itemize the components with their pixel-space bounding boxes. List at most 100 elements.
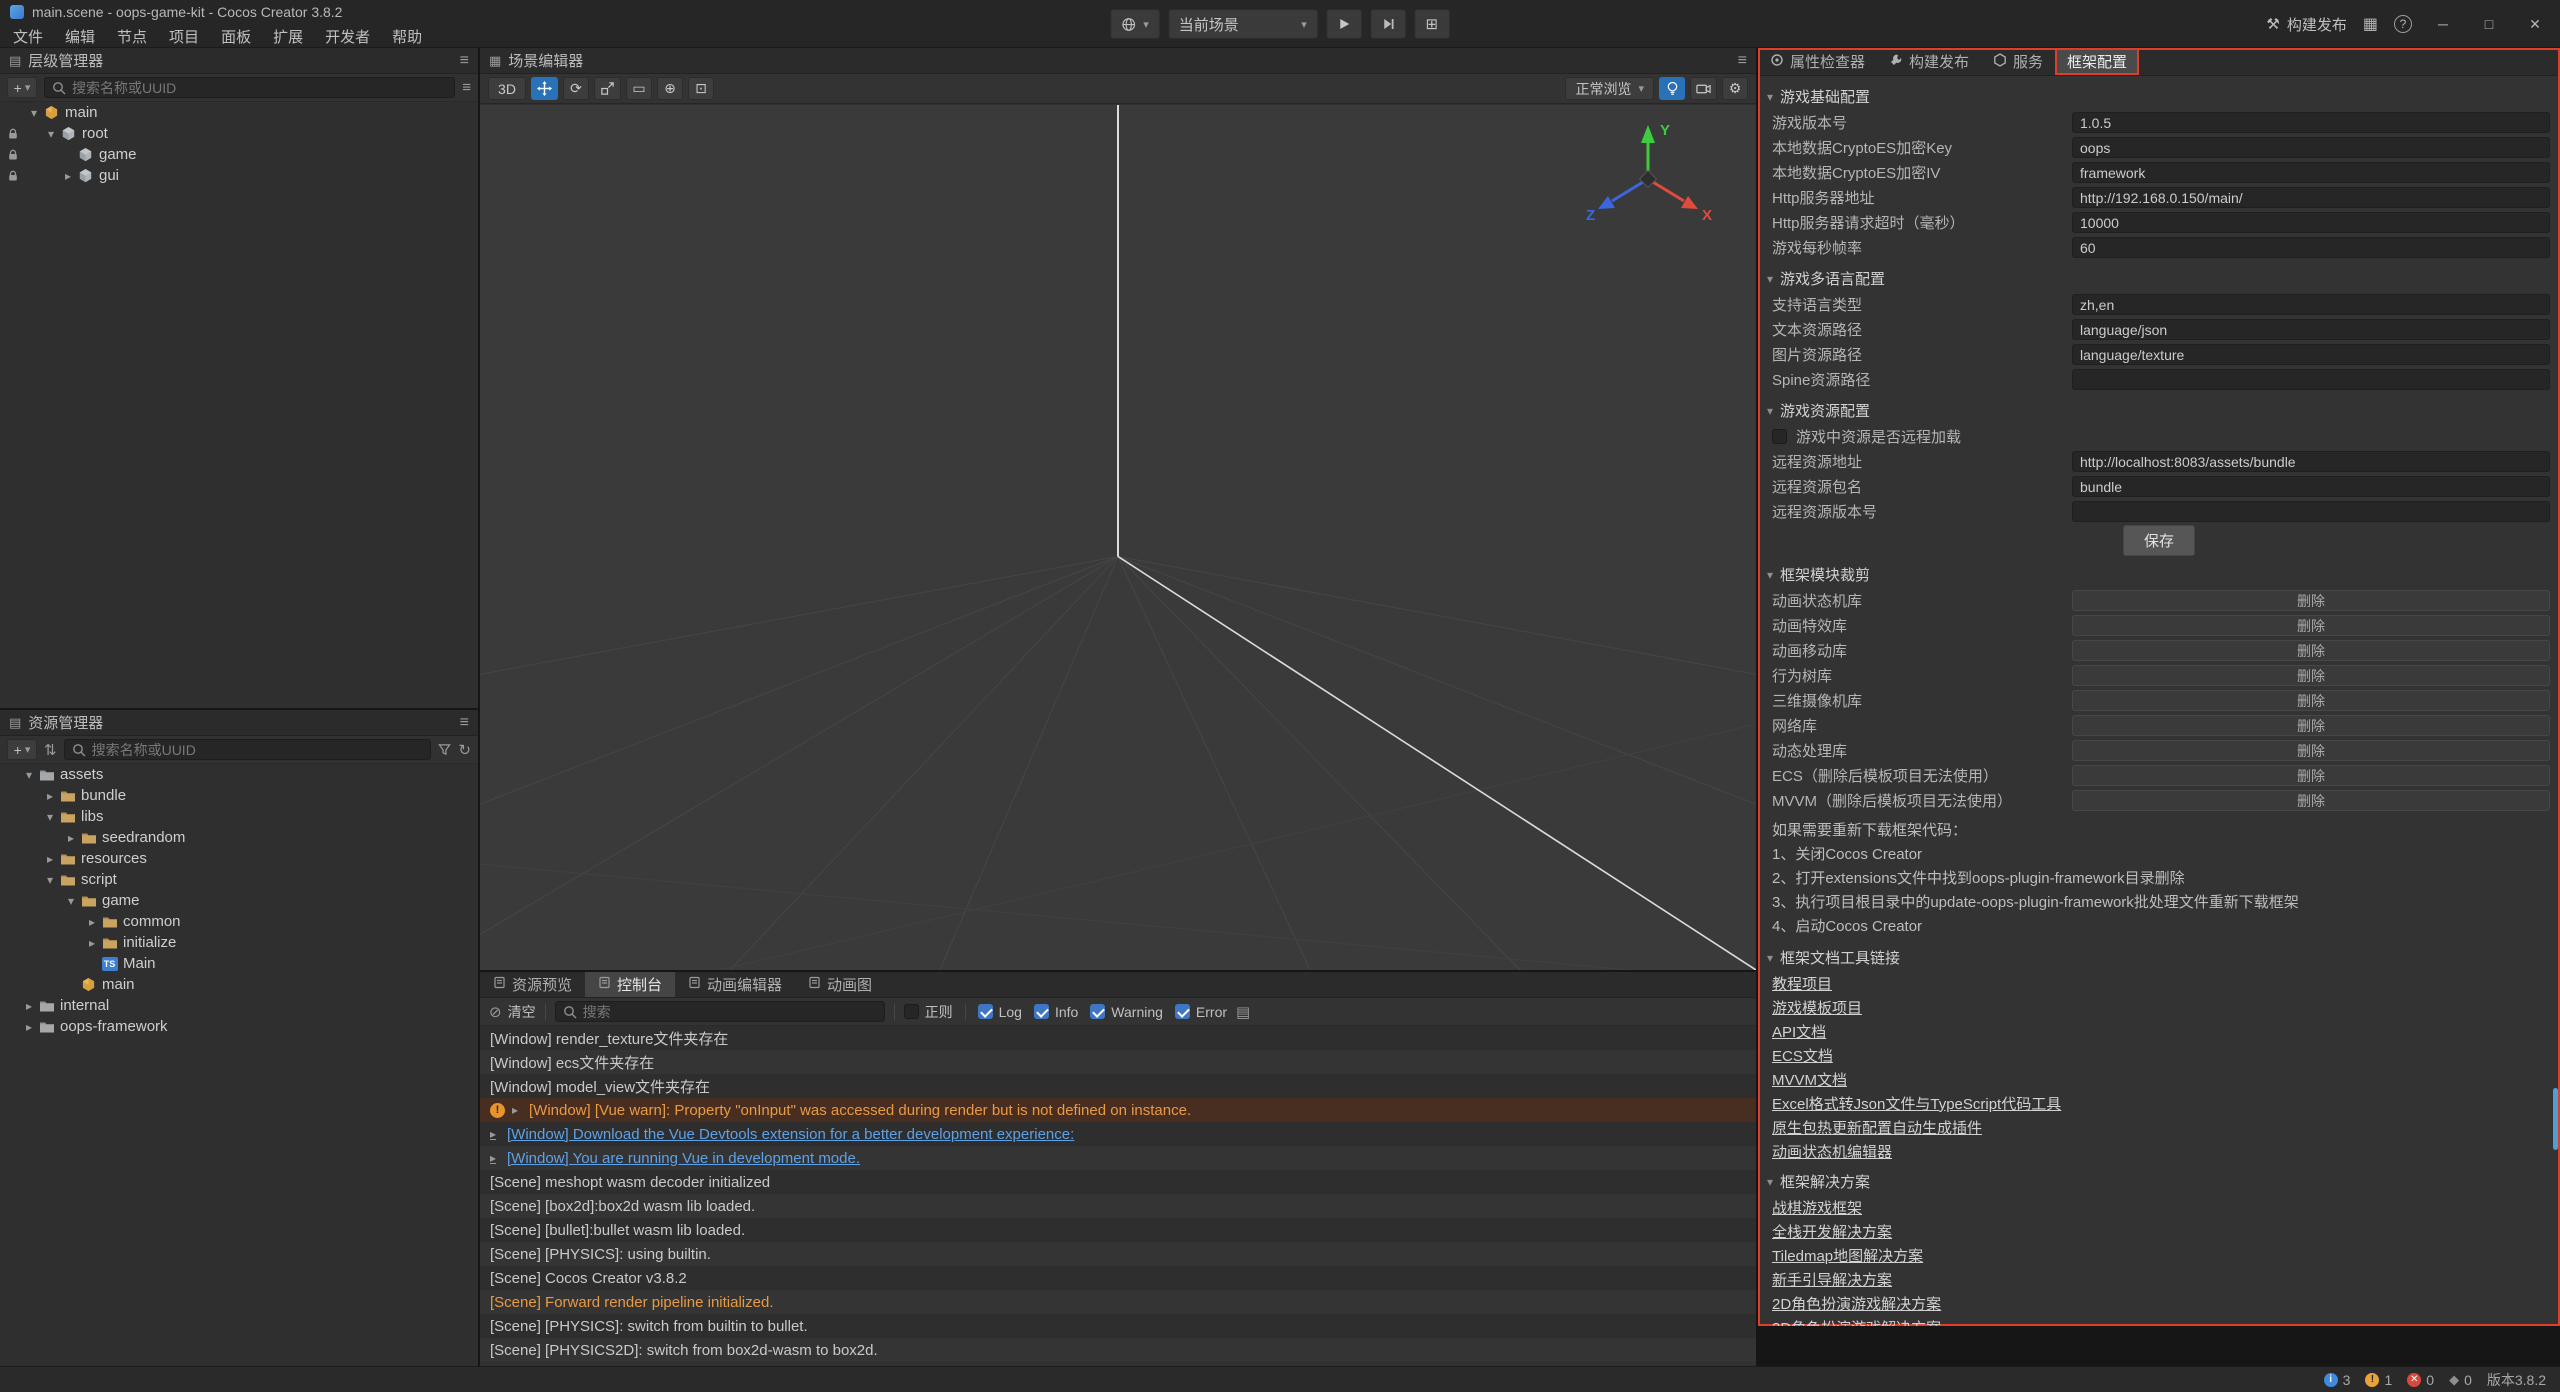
input-remote-url[interactable] [2072, 451, 2550, 472]
input-remote-version[interactable] [2072, 501, 2550, 522]
status-task-count[interactable]: ◆ 0 [2449, 1372, 2472, 1388]
log-row[interactable]: [Window] model_view文件夹存在 [480, 1074, 1756, 1098]
expand-arrow-icon[interactable]: ▸ [42, 789, 58, 803]
asset-node-initialize[interactable]: ▸initialize [0, 932, 478, 953]
input-crypto-iv[interactable] [2072, 162, 2550, 183]
snap-tool-button[interactable]: ⊡ [688, 77, 714, 100]
log-row[interactable]: [Window] ecs文件夹存在 [480, 1050, 1756, 1074]
scale-tool-button[interactable] [594, 77, 621, 100]
filter-Info[interactable]: Info [1034, 1004, 1078, 1020]
checkbox[interactable] [1090, 1004, 1105, 1019]
move-tool-button[interactable] [531, 77, 558, 100]
log-row[interactable]: [Scene] [PHYSICS]: switch from builtin t… [480, 1314, 1756, 1338]
filter-icon[interactable]: ≡ [462, 79, 471, 96]
menu-developer[interactable]: 开发者 [314, 26, 381, 47]
checkbox[interactable] [1175, 1004, 1190, 1019]
panel-menu-icon[interactable]: ≡ [1738, 52, 1747, 70]
expand-arrow-icon[interactable]: ▾ [21, 768, 37, 782]
link-guide[interactable]: 新手引导解决方案 [1772, 1269, 1892, 1290]
console-log-list[interactable]: [Window] render_texture文件夹存在[Window] ecs… [480, 1026, 1756, 1366]
input-game-version[interactable] [2072, 112, 2550, 133]
input-crypto-key[interactable] [2072, 137, 2550, 158]
log-row[interactable]: [Scene] Forward render pipeline initiali… [480, 1290, 1756, 1314]
menu-extension[interactable]: 扩展 [262, 26, 314, 47]
inspector-tab-build[interactable]: 构建发布 [1877, 48, 1981, 75]
section-header[interactable]: ▾游戏基础配置 [1758, 83, 2560, 110]
create-node-button[interactable]: +▾ [7, 77, 37, 98]
console-tab-动画图[interactable]: 动画图 [795, 972, 885, 997]
asset-node-internal[interactable]: ▸internal [0, 995, 478, 1016]
axis-gizmo[interactable]: Y X Z [1578, 117, 1718, 257]
play-button[interactable] [1326, 9, 1362, 39]
delete-camera-button[interactable]: 删除 [2072, 690, 2550, 711]
log-row[interactable]: !▸[Window] [Vue warn]: Property "onInput… [480, 1098, 1756, 1122]
preview-in-editor-button[interactable]: ⊞ [1414, 9, 1450, 39]
menu-edit[interactable]: 编辑 [54, 26, 106, 47]
checkbox[interactable] [978, 1004, 993, 1019]
link-hot-update-plugin[interactable]: 原生包热更新配置自动生成插件 [1772, 1117, 1982, 1138]
log-row[interactable]: [Scene] [PHYSICS]: using builtin. [480, 1242, 1756, 1266]
expand-arrow-icon[interactable]: ▸ [512, 1103, 522, 1117]
inspector-tab-frame-config[interactable]: 框架配置 [2055, 48, 2139, 75]
filter-Log[interactable]: Log [978, 1004, 1022, 1020]
expand-arrow-icon[interactable]: ▸ [490, 1151, 500, 1165]
asset-node-common[interactable]: ▸common [0, 911, 478, 932]
input-fps[interactable] [2072, 237, 2550, 258]
delete-ecs-button[interactable]: 删除 [2072, 765, 2550, 786]
delete-mvvm-button[interactable]: 删除 [2072, 790, 2550, 811]
asset-node-Main[interactable]: TSMain [0, 953, 478, 974]
inspector-tab-inspect[interactable]: 属性检查器 [1758, 48, 1877, 75]
scene-select[interactable]: 当前场景 ▾ [1168, 9, 1318, 39]
delete-network-button[interactable]: 删除 [2072, 715, 2550, 736]
status-log-count[interactable]: i 3 [2324, 1372, 2351, 1388]
console-search-input[interactable] [583, 1004, 877, 1020]
link-tutorial[interactable]: 教程项目 [1772, 973, 1832, 994]
create-asset-button[interactable]: +▾ [7, 739, 37, 760]
scrollbar-thumb[interactable] [2553, 1088, 2558, 1150]
status-error-count[interactable]: ✕ 0 [2407, 1372, 2434, 1388]
sort-icon[interactable]: ⇅ [44, 741, 57, 759]
input-texture-path[interactable] [2072, 344, 2550, 365]
hierarchy-node-game[interactable]: game [0, 144, 478, 165]
log-row[interactable]: [Scene] [PHYSICS2D]: switch from box2d-w… [480, 1338, 1756, 1362]
filter-icon[interactable] [438, 743, 451, 756]
preview-platform-select[interactable]: ▾ [1110, 9, 1160, 39]
expand-arrow-icon[interactable]: ▾ [43, 127, 59, 141]
expand-arrow-icon[interactable]: ▾ [42, 810, 58, 824]
menu-node[interactable]: 节点 [106, 26, 158, 47]
log-row[interactable]: ▸[Window] You are running Vue in develop… [480, 1146, 1756, 1170]
remote-load-checkbox[interactable] [1772, 429, 1787, 444]
layout-icon[interactable]: ▦ [2363, 14, 2378, 34]
checkbox[interactable] [1034, 1004, 1049, 1019]
link-animator-editor[interactable]: 动画状态机编辑器 [1772, 1141, 1892, 1162]
expand-arrow-icon[interactable]: ▸ [84, 936, 100, 950]
link-api-doc[interactable]: API文档 [1772, 1021, 1826, 1042]
log-row[interactable]: [Scene] Cocos Creator v3.8.2 [480, 1266, 1756, 1290]
step-button[interactable] [1370, 9, 1406, 39]
section-header[interactable]: ▾框架解决方案 [1758, 1168, 2560, 1195]
expand-arrow-icon[interactable]: ▾ [42, 873, 58, 887]
console-tab-资源预览[interactable]: 资源预览 [480, 972, 585, 997]
delete-effect-button[interactable]: 删除 [2072, 615, 2550, 636]
log-row[interactable]: [Scene] [bullet]:bullet wasm lib loaded. [480, 1218, 1756, 1242]
mode-3d-button[interactable]: 3D [488, 77, 526, 100]
asset-node-script[interactable]: ▾script [0, 869, 478, 890]
hierarchy-node-gui[interactable]: ▸gui [0, 165, 478, 186]
link-rpg-3d[interactable]: 3D角色扮演游戏解决方案 [1772, 1317, 1941, 1327]
checkbox[interactable] [904, 1004, 919, 1019]
menu-help[interactable]: 帮助 [381, 26, 433, 47]
expand-arrow-icon[interactable]: ▾ [63, 894, 79, 908]
asset-node-seedrandom[interactable]: ▸seedrandom [0, 827, 478, 848]
pivot-tool-button[interactable]: ⊕ [657, 77, 683, 100]
rect-tool-button[interactable]: ▭ [626, 77, 652, 100]
link-tiledmap[interactable]: Tiledmap地图解决方案 [1772, 1245, 1923, 1266]
log-row[interactable]: [Scene] [box2d]:box2d wasm lib loaded. [480, 1194, 1756, 1218]
console-tab-控制台[interactable]: 控制台 [585, 972, 675, 997]
expand-arrow-icon[interactable]: ▸ [490, 1127, 500, 1141]
asset-node-resources[interactable]: ▸resources [0, 848, 478, 869]
expand-arrow-icon[interactable]: ▸ [42, 852, 58, 866]
link-template[interactable]: 游戏模板项目 [1772, 997, 1862, 1018]
log-row[interactable]: [Window] render_texture文件夹存在 [480, 1026, 1756, 1050]
menu-project[interactable]: 项目 [158, 26, 210, 47]
section-header[interactable]: ▾框架文档工具链接 [1758, 944, 2560, 971]
